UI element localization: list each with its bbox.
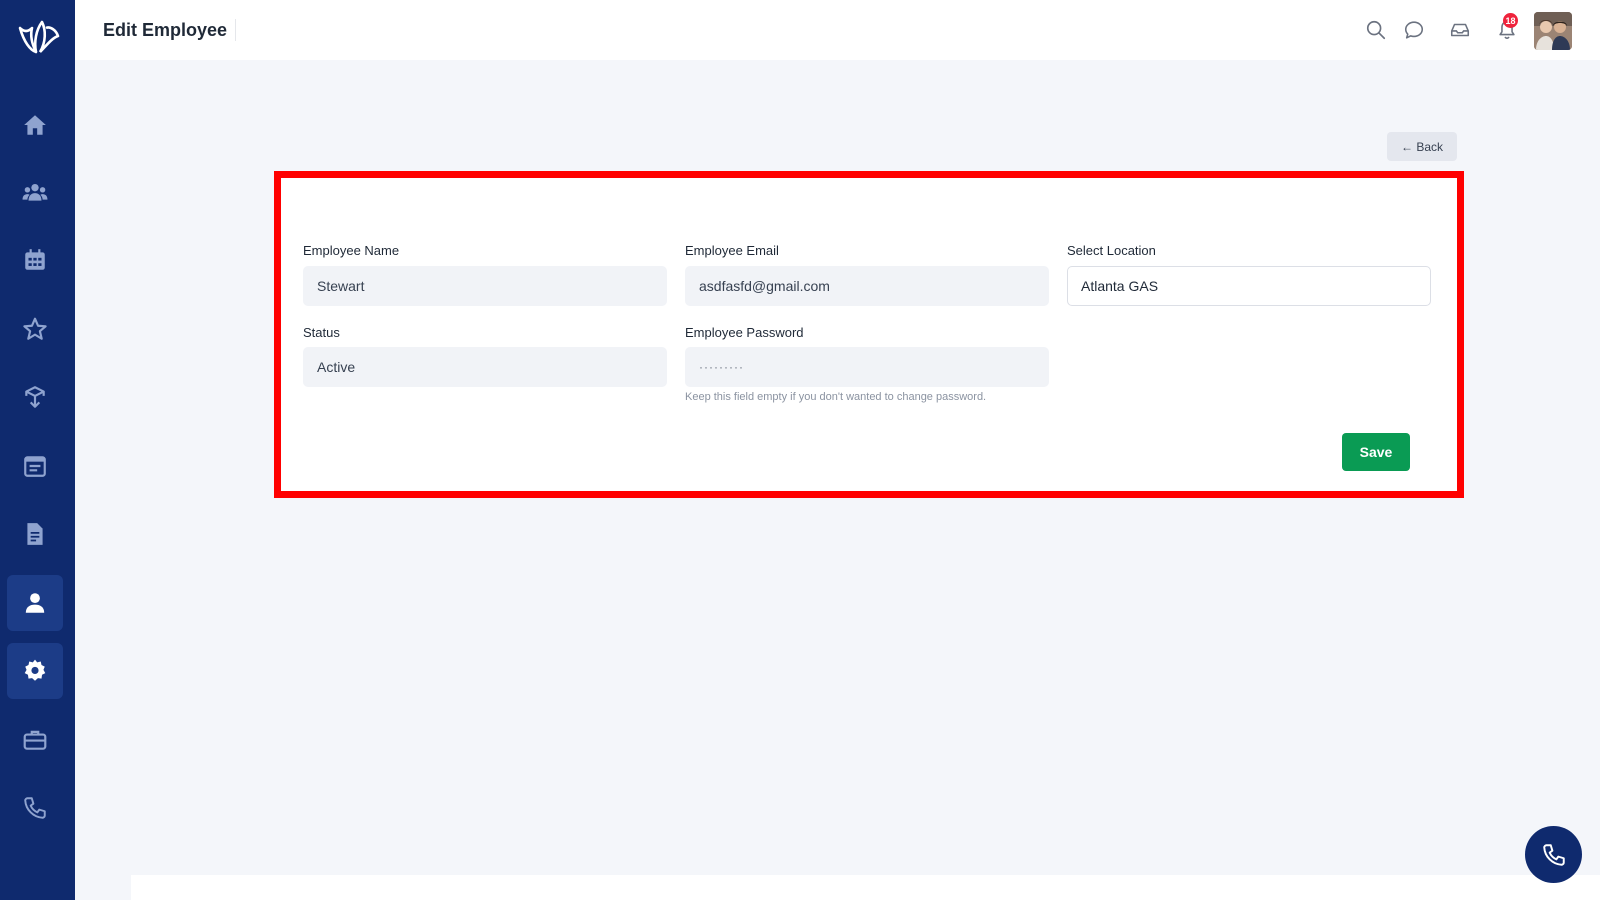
phone-icon: [1542, 843, 1565, 866]
phone-icon: [24, 797, 46, 819]
calendar-icon: [25, 249, 45, 270]
chat-icon: [1404, 21, 1424, 39]
sidebar-item-favorites[interactable]: [7, 301, 63, 357]
star-icon: [23, 317, 47, 340]
sidebar-item-employees[interactable]: [7, 575, 63, 631]
gear-icon: [24, 659, 46, 681]
call-button[interactable]: [1525, 826, 1582, 883]
save-button[interactable]: Save: [1342, 433, 1410, 471]
status-label: Status: [303, 325, 340, 340]
brand-logo-icon[interactable]: [14, 16, 62, 56]
sidebar-item-calls[interactable]: [7, 780, 63, 836]
users-icon: [22, 183, 48, 201]
employee-email-input[interactable]: asdfasfd@gmail.com: [685, 266, 1049, 306]
inbox-icon: [1450, 23, 1470, 37]
sidebar-item-home[interactable]: [7, 97, 63, 153]
inbox-button[interactable]: [1448, 18, 1472, 42]
employee-email-label: Employee Email: [685, 243, 779, 258]
sidebar: [0, 0, 75, 900]
search-icon: [1366, 20, 1386, 40]
employee-name-input[interactable]: Stewart: [303, 266, 667, 306]
status-input[interactable]: Active: [303, 347, 667, 387]
sidebar-item-calendar[interactable]: [7, 232, 63, 288]
sidebar-item-documents[interactable]: [7, 506, 63, 562]
document-icon: [27, 523, 43, 545]
sidebar-item-jobs[interactable]: [7, 712, 63, 768]
back-button[interactable]: ← Back: [1387, 132, 1457, 161]
edit-employee-form: Employee Name Stewart Employee Email asd…: [274, 171, 1464, 498]
briefcase-icon: [23, 730, 47, 750]
home-icon: [24, 115, 46, 135]
search-button[interactable]: [1364, 18, 1388, 42]
notification-badge: 18: [1503, 13, 1518, 28]
sidebar-item-users[interactable]: [7, 164, 63, 220]
location-select[interactable]: Atlanta GAS: [1067, 266, 1431, 306]
employee-password-label: Employee Password: [685, 325, 804, 340]
schedule-icon: [24, 456, 46, 477]
sidebar-item-settings[interactable]: [7, 643, 63, 699]
footer-strip: [131, 875, 1600, 900]
sidebar-item-inventory[interactable]: [7, 369, 63, 425]
employee-password-input[interactable]: ·········: [685, 347, 1049, 387]
select-location-label: Select Location: [1067, 243, 1156, 258]
messages-button[interactable]: [1402, 18, 1426, 42]
page-title: Edit Employee: [103, 19, 237, 41]
avatar[interactable]: [1534, 12, 1572, 50]
sidebar-item-schedule[interactable]: [7, 438, 63, 494]
user-icon: [25, 593, 45, 613]
box-icon: [25, 386, 45, 408]
employee-name-label: Employee Name: [303, 243, 400, 258]
password-hint: Keep this field empty if you don't wante…: [685, 391, 987, 403]
